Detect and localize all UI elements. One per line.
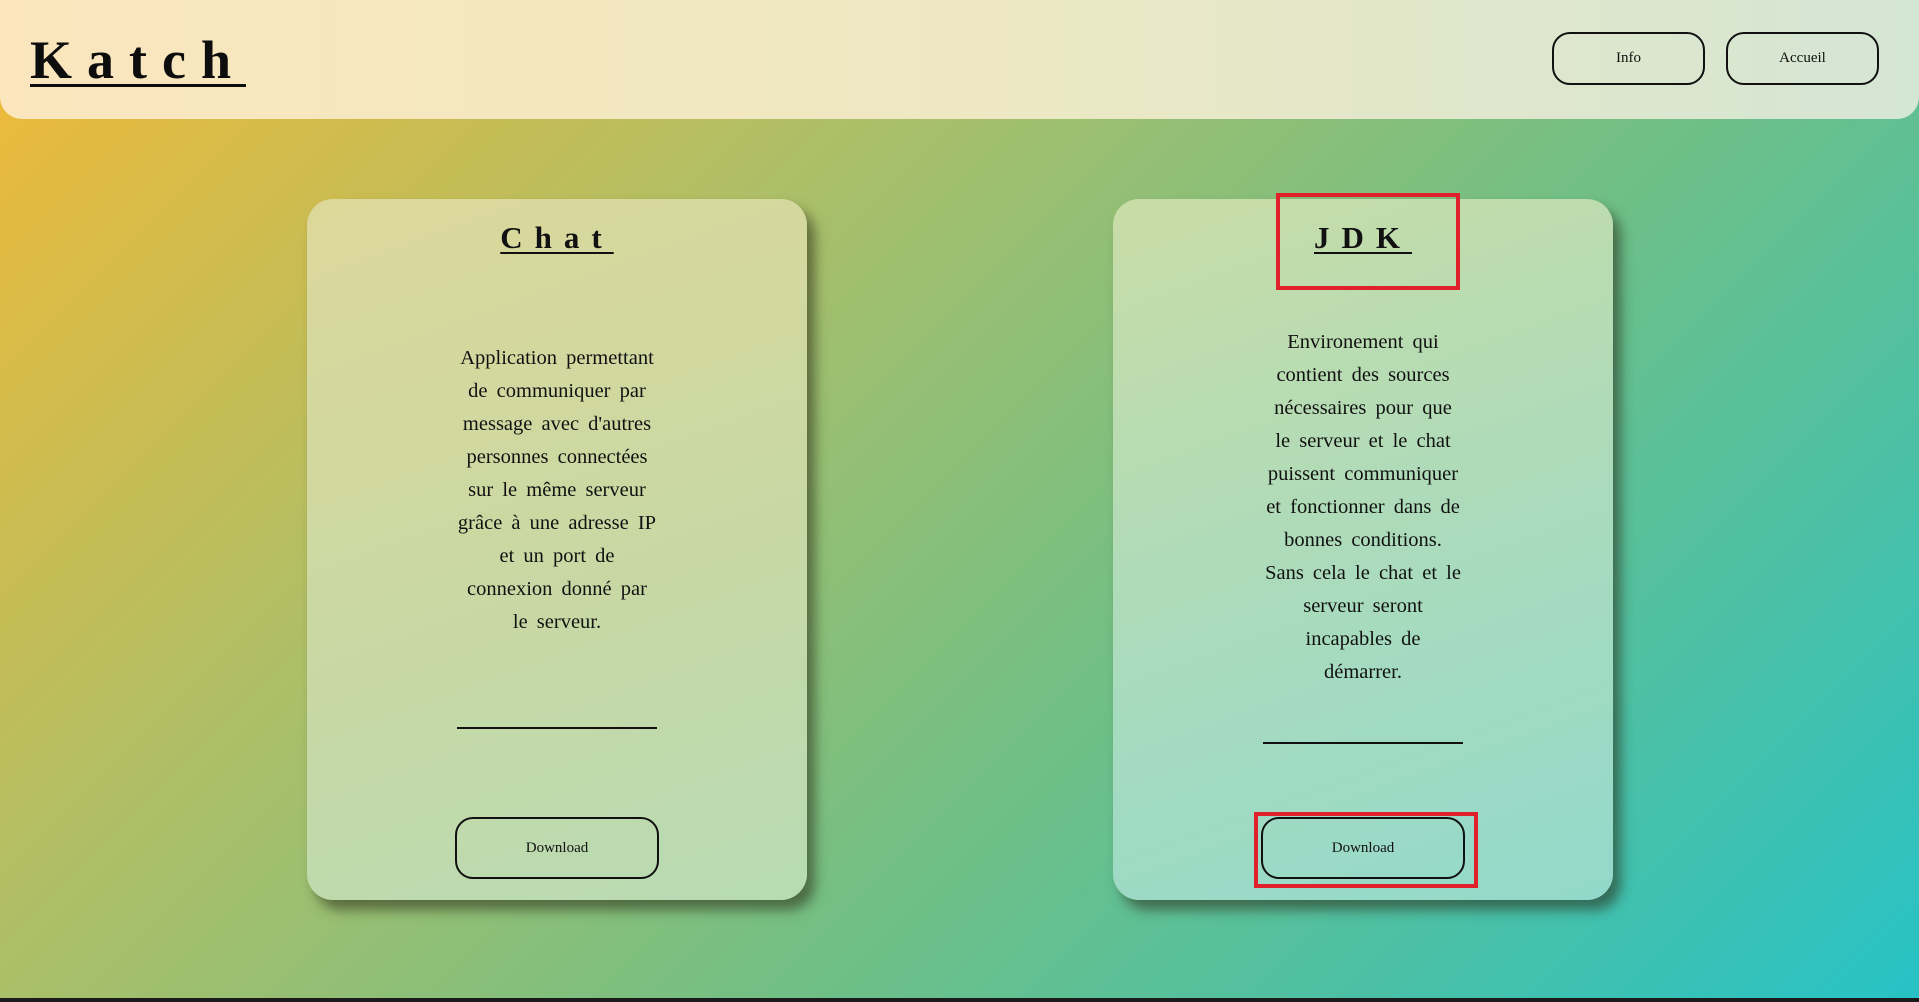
- chat-card-title: Chat: [500, 220, 614, 255]
- chat-card-description: Application permettant de communiquer pa…: [457, 347, 657, 633]
- accueil-button[interactable]: Accueil: [1726, 32, 1879, 85]
- info-button[interactable]: Info: [1552, 32, 1705, 85]
- chat-card-divider: [457, 727, 657, 729]
- jdk-card-title: JDK: [1314, 220, 1412, 255]
- chat-card: Chat Application permettant de communiqu…: [307, 199, 807, 900]
- jdk-download-button[interactable]: Download: [1261, 817, 1465, 879]
- chat-download-button[interactable]: Download: [455, 817, 659, 879]
- jdk-card-description: Environement qui contient des sources né…: [1265, 331, 1461, 683]
- jdk-card-divider: [1263, 742, 1463, 744]
- jdk-card: JDK Environement qui contient des source…: [1113, 199, 1613, 900]
- top-header: Katch Info Accueil: [0, 0, 1919, 119]
- site-logo[interactable]: Katch: [30, 28, 246, 92]
- page-bottom-line: [0, 998, 1919, 1002]
